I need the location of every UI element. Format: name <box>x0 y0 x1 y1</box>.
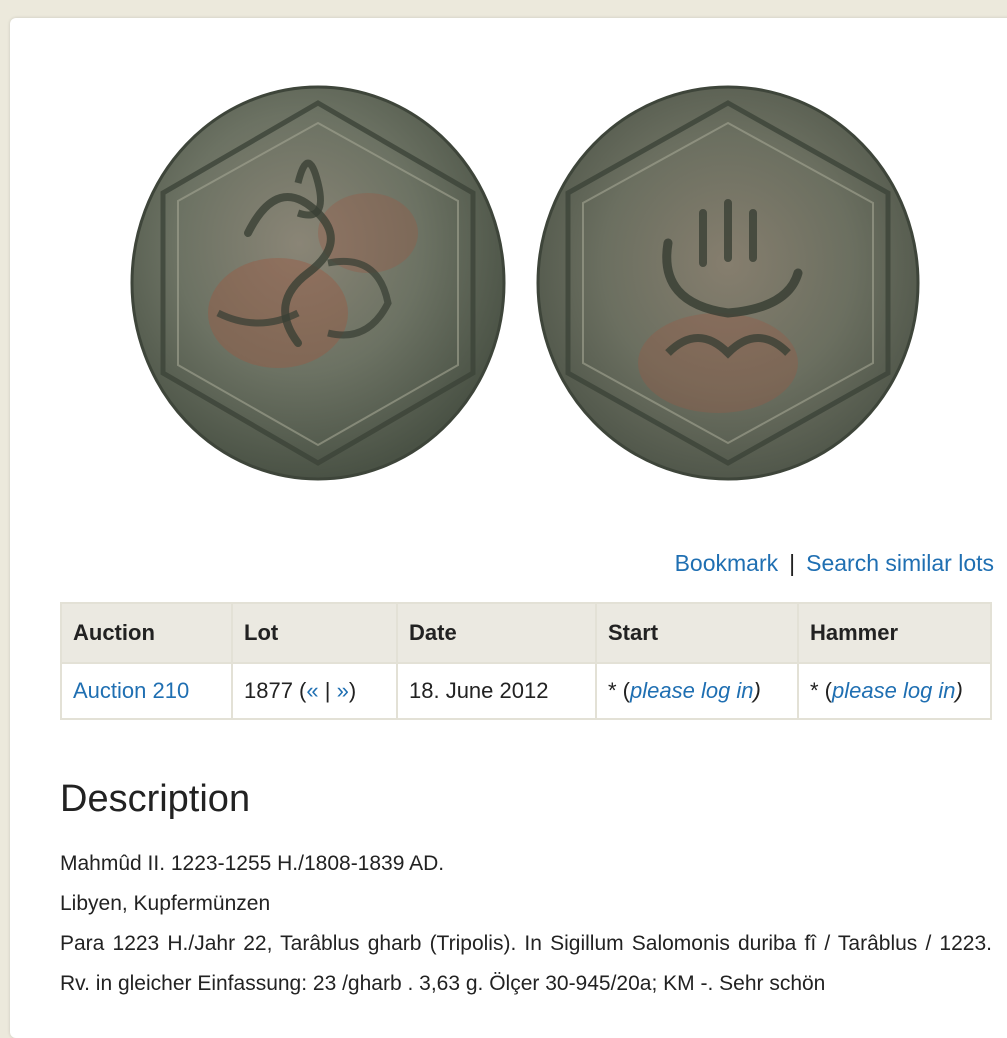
header-auction: Auction <box>60 602 233 664</box>
lot-close-paren: ) <box>348 678 357 703</box>
description-line-ruler: Mahmûd II. 1223-1255 H./1808-1839 AD. <box>60 852 445 875</box>
search-similar-lots-link[interactable]: Search similar lots <box>806 550 994 576</box>
header-hammer: Hammer <box>797 602 992 664</box>
hammer-prefix: * ( <box>810 678 832 703</box>
header-start: Start <box>595 602 799 664</box>
coin-images[interactable] <box>128 83 923 483</box>
lot-actions: Bookmark | Search similar lots <box>675 550 994 577</box>
next-lot-link[interactable]: » <box>337 678 349 703</box>
header-date: Date <box>396 602 597 664</box>
coin-obverse <box>130 85 506 481</box>
auction-link[interactable]: Auction 210 <box>73 678 189 703</box>
description-body: Mahmûd II. 1223-1255 H./1808-1839 AD. Li… <box>60 844 992 1004</box>
header-lot: Lot <box>231 602 398 664</box>
previous-lot-link[interactable]: « <box>306 678 318 703</box>
description-line-category: Libyen, Kupfermünzen <box>60 892 271 915</box>
lot-card: Bookmark | Search similar lots Auction Lot… <box>10 18 1007 1038</box>
hammer-suffix: ) <box>955 678 963 703</box>
table-row: Auction 210 1877 (« | ») 18. June 2012 *… <box>60 662 992 720</box>
cell-lot: 1877 (« | ») <box>231 662 398 720</box>
actions-separator: | <box>789 550 796 576</box>
description-heading: Description <box>60 778 251 820</box>
start-login-link[interactable]: please log in <box>630 678 754 703</box>
coin-photo[interactable] <box>128 83 923 483</box>
start-suffix: ) <box>753 678 761 703</box>
description-line-details: Para 1223 H./Jahr 22, Tarâblus gharb (Tr… <box>60 932 992 995</box>
cell-auction: Auction 210 <box>60 662 233 720</box>
lot-number: 1877 ( <box>244 678 307 703</box>
cell-hammer: * (please log in) <box>797 662 992 720</box>
cell-start: * (please log in) <box>595 662 799 720</box>
coin-reverse <box>536 85 920 481</box>
start-prefix: * ( <box>608 678 630 703</box>
lot-nav-separator: | <box>318 678 337 703</box>
table-header-row: Auction Lot Date Start Hammer <box>60 602 992 664</box>
cell-date: 18. June 2012 <box>396 662 597 720</box>
bookmark-link[interactable]: Bookmark <box>675 550 779 576</box>
lot-info-table: Auction Lot Date Start Hammer Auction 21… <box>60 602 992 720</box>
hammer-login-link[interactable]: please log in <box>832 678 956 703</box>
